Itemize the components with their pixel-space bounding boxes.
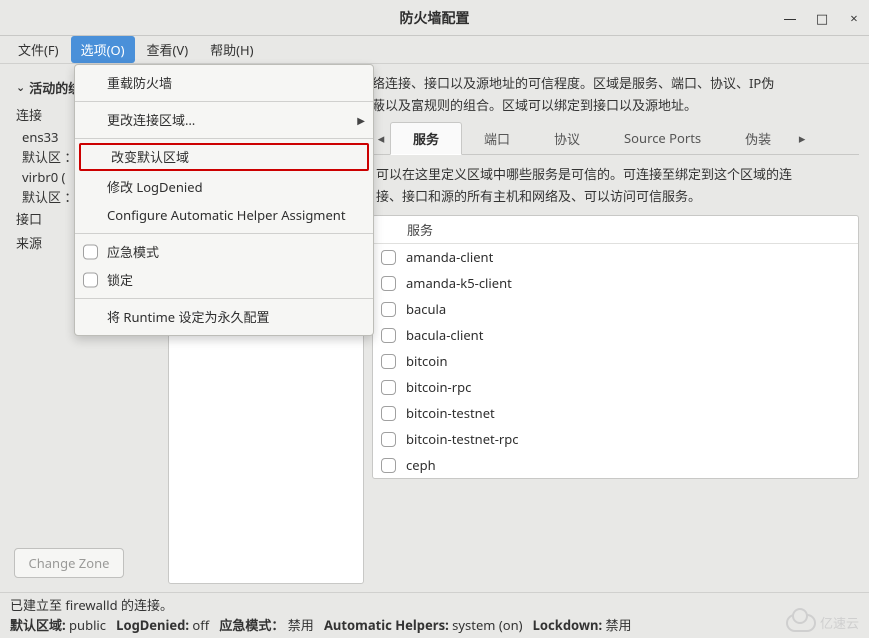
tab-protocols[interactable]: 协议: [532, 123, 602, 154]
logdenied-value: off: [192, 616, 209, 634]
panic-label: 应急模式：: [219, 616, 284, 634]
dd-modify-logdenied-label: 修改 LogDenied: [107, 179, 203, 195]
auto-helpers-label: Automatic Helpers:: [324, 616, 449, 634]
services-list[interactable]: 服务 amanda-client amanda-k5-client bacula…: [372, 215, 859, 479]
lockdown-value: 禁用: [606, 616, 632, 634]
dd-change-conn-label: 更改连接区域…: [107, 112, 195, 128]
menu-options[interactable]: 选项(O): [71, 36, 135, 63]
chevron-down-icon: ⌄: [16, 80, 25, 95]
service-label: bitcoin: [406, 352, 448, 370]
tab-scroll-left-icon[interactable]: ◂: [372, 124, 390, 152]
service-label: amanda-client: [406, 248, 493, 266]
service-row[interactable]: amanda-client: [373, 244, 858, 270]
dd-separator: [75, 138, 373, 139]
service-row[interactable]: bacula: [373, 296, 858, 322]
panic-mode-checkbox[interactable]: [83, 245, 98, 260]
default-zone-value: public: [69, 616, 106, 634]
service-row[interactable]: bitcoin-testnet-rpc: [373, 426, 858, 452]
service-checkbox[interactable]: [381, 276, 396, 291]
tab-scroll-right-icon[interactable]: ▸: [793, 124, 811, 152]
dd-change-default-zone[interactable]: 改变默认区域: [79, 143, 369, 171]
change-zone-button[interactable]: Change Zone: [14, 548, 124, 578]
status-summary: 默认区域: public LogDenied: off 应急模式： 禁用 Aut…: [10, 615, 859, 635]
close-button[interactable]: ×: [845, 9, 863, 27]
service-checkbox[interactable]: [381, 406, 396, 421]
dd-separator: [75, 101, 373, 102]
dd-panic-label: 应急模式: [107, 244, 159, 260]
status-connection: 已建立至 firewalld 的连接。: [10, 595, 859, 615]
service-row[interactable]: bitcoin-rpc: [373, 374, 858, 400]
service-row[interactable]: bitcoin-testnet: [373, 400, 858, 426]
tab-source-ports[interactable]: Source Ports: [602, 123, 723, 153]
panic-value: 禁用: [288, 616, 314, 634]
dd-runtime-label: 将 Runtime 设定为永久配置: [107, 309, 269, 325]
maximize-button[interactable]: □: [813, 9, 831, 27]
services-desc-line2: 接、接口和源的所有主机和网络及、可以访问可信服务。: [376, 187, 701, 205]
tab-services[interactable]: 服务: [390, 122, 462, 155]
menu-file[interactable]: 文件(F): [8, 36, 69, 63]
tab-ports[interactable]: 端口: [462, 123, 532, 154]
dd-modify-logdenied[interactable]: 修改 LogDenied: [75, 173, 373, 201]
service-label: bitcoin-testnet: [406, 404, 495, 422]
lockdown-checkbox[interactable]: [83, 273, 98, 288]
service-label: bacula-client: [406, 326, 483, 344]
menu-view[interactable]: 查看(V): [137, 36, 199, 63]
title-bar: 防火墙配置 — □ ×: [0, 0, 869, 36]
zone-detail: 络连接、接口以及源地址的可信程度。区域是服务、端口、协议、IP伪 蔽以及富规则的…: [368, 64, 869, 592]
service-checkbox[interactable]: [381, 302, 396, 317]
service-row[interactable]: amanda-k5-client: [373, 270, 858, 296]
dd-reload-firewall[interactable]: 重载防火墙: [75, 69, 373, 97]
dd-separator: [75, 298, 373, 299]
service-label: bitcoin-rpc: [406, 378, 471, 396]
services-column-header: 服务: [373, 216, 858, 244]
zone-desc-line1: 络连接、接口以及源地址的可信程度。区域是服务、端口、协议、IP伪: [372, 74, 774, 92]
service-checkbox[interactable]: [381, 354, 396, 369]
zone-description: 络连接、接口以及源地址的可信程度。区域是服务、端口、协议、IP伪 蔽以及富规则的…: [372, 72, 859, 122]
auto-helpers-value: system (on): [452, 616, 522, 634]
service-row[interactable]: bitcoin: [373, 348, 858, 374]
menu-help[interactable]: 帮助(H): [200, 36, 263, 63]
dd-reload-label: 重载防火墙: [107, 75, 172, 91]
menu-bar: 文件(F) 选项(O) 查看(V) 帮助(H): [0, 36, 869, 64]
service-row[interactable]: ceph: [373, 452, 858, 478]
default-zone-label: 默认区域:: [10, 616, 66, 634]
zone-tabs: ◂ 服务 端口 协议 Source Ports 伪装 ▸: [372, 122, 859, 155]
service-checkbox[interactable]: [381, 432, 396, 447]
service-label: bitcoin-testnet-rpc: [406, 430, 519, 448]
dd-change-default-label: 改变默认区域: [111, 149, 189, 165]
zone-desc-line2: 蔽以及富规则的组合。区域可以绑定到接口以及源地址。: [372, 96, 697, 114]
tab-masquerade[interactable]: 伪装: [723, 123, 793, 154]
submenu-arrow-icon: ▶: [357, 112, 365, 128]
service-row[interactable]: bacula-client: [373, 322, 858, 348]
dd-configure-helper[interactable]: Configure Automatic Helper Assigment: [75, 201, 373, 229]
options-dropdown: 重载防火墙 更改连接区域… ▶ 改变默认区域 修改 LogDenied Conf…: [74, 64, 374, 336]
dd-configure-helper-label: Configure Automatic Helper Assigment: [107, 207, 346, 223]
service-checkbox[interactable]: [381, 250, 396, 265]
minimize-button[interactable]: —: [781, 9, 799, 27]
dd-change-connection-zone[interactable]: 更改连接区域… ▶: [75, 106, 373, 134]
window-controls: — □ ×: [781, 0, 863, 35]
service-checkbox[interactable]: [381, 328, 396, 343]
dd-panic-mode[interactable]: 应急模式: [75, 238, 373, 266]
services-desc-line1: 可以在这里定义区域中哪些服务是可信的。可连接至绑定到这个区域的连: [376, 165, 792, 183]
logdenied-label: LogDenied:: [116, 616, 189, 634]
lockdown-label: Lockdown:: [533, 616, 602, 634]
dd-lockdown-label: 锁定: [107, 272, 133, 288]
service-label: bacula: [406, 300, 446, 318]
services-description: 可以在这里定义区域中哪些服务是可信的。可连接至绑定到这个区域的连 接、接口和源的…: [372, 155, 859, 215]
dd-separator: [75, 233, 373, 234]
window-title: 防火墙配置: [400, 8, 470, 28]
service-checkbox[interactable]: [381, 380, 396, 395]
dd-runtime-permanent[interactable]: 将 Runtime 设定为永久配置: [75, 303, 373, 331]
status-bar: 已建立至 firewalld 的连接。 默认区域: public LogDeni…: [0, 592, 869, 638]
service-checkbox[interactable]: [381, 458, 396, 473]
service-label: amanda-k5-client: [406, 274, 512, 292]
service-label: ceph: [406, 456, 436, 474]
dd-lockdown[interactable]: 锁定: [75, 266, 373, 294]
